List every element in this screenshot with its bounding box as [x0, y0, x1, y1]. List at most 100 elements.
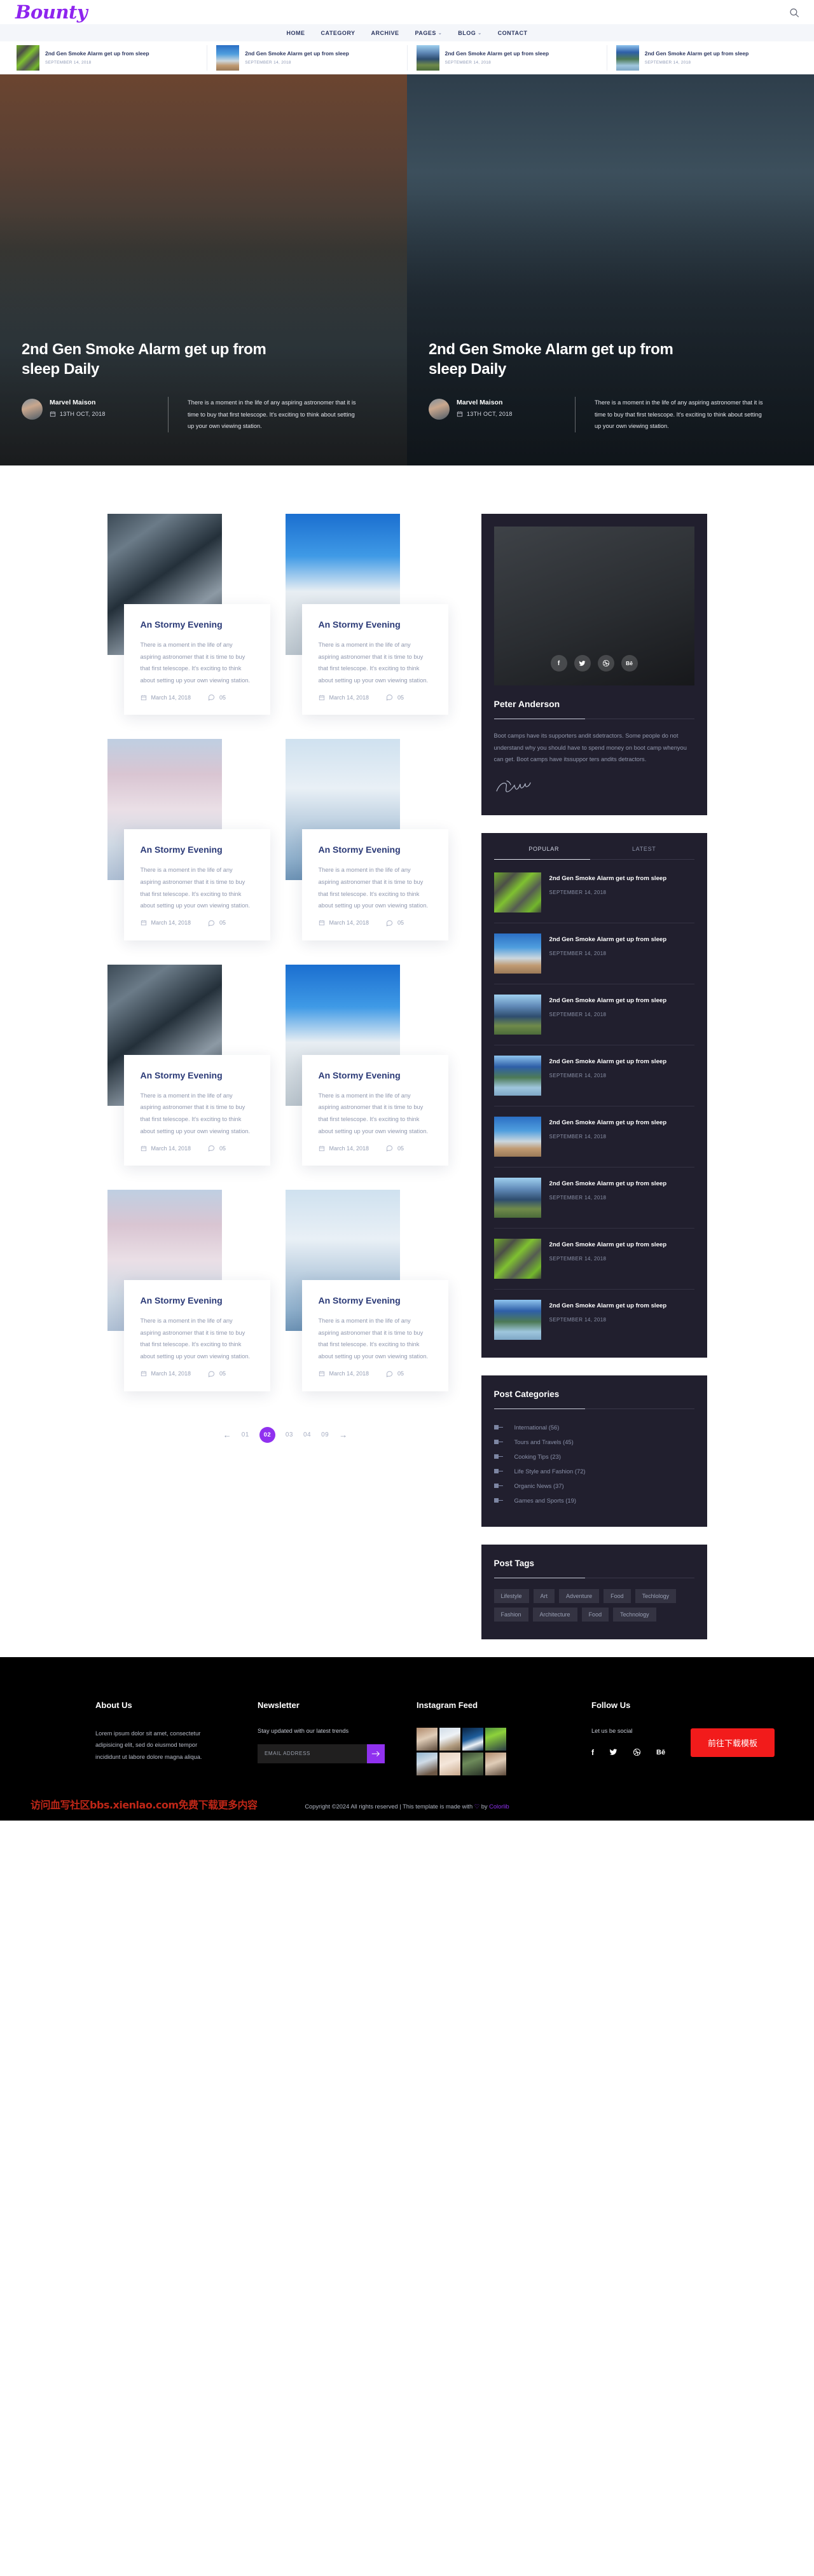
- tag-chip[interactable]: Art: [533, 1588, 555, 1603]
- post-card[interactable]: An Stormy Evening There is a moment in th…: [285, 514, 464, 715]
- pagination-prev[interactable]: ←: [223, 1430, 231, 1440]
- post-date: March 14, 2018: [141, 920, 191, 926]
- instagram-thumbnail[interactable]: [439, 1727, 460, 1751]
- post-card[interactable]: An Stormy Evening There is a moment in th…: [107, 1190, 286, 1391]
- category-item[interactable]: Life Style and Fashion (72): [493, 1464, 694, 1478]
- dribbble-icon[interactable]: [597, 655, 614, 672]
- trending-title: 2nd Gen Smoke Alarm get up from sleep: [445, 50, 549, 57]
- tag-chip[interactable]: Architecture: [532, 1607, 577, 1622]
- sidebar-post-date: SEPTEMBER 14, 2018: [549, 889, 607, 895]
- nav-item-category[interactable]: CATEGORY: [321, 30, 355, 36]
- categories-widget: Post Categories International (56) Tours …: [481, 1375, 707, 1527]
- trending-item[interactable]: 2nd Gen Smoke Alarm get up from sleep SEP…: [408, 45, 607, 71]
- author-photo: f Bē: [493, 527, 694, 685]
- sidebar-post-item[interactable]: 2nd Gen Smoke Alarm get up from sleep SEP…: [493, 923, 694, 984]
- category-item[interactable]: Organic News (37): [493, 1478, 694, 1493]
- tag-chip[interactable]: Food: [581, 1607, 609, 1622]
- behance-icon[interactable]: Bē: [656, 1749, 665, 1756]
- tag-chip[interactable]: Technology: [613, 1607, 656, 1622]
- search-icon[interactable]: [789, 7, 800, 18]
- instagram-thumbnail[interactable]: [417, 1727, 438, 1751]
- sidebar-post-date: SEPTEMBER 14, 2018: [549, 1072, 607, 1078]
- tab-latest[interactable]: LATEST: [594, 846, 694, 859]
- trending-date: SEPTEMBER 14, 2018: [644, 60, 691, 65]
- tag-chip[interactable]: Techlology: [635, 1588, 677, 1603]
- sidebar-post-item[interactable]: 2nd Gen Smoke Alarm get up from sleep SEP…: [493, 1045, 694, 1106]
- sidebar-post-item[interactable]: 2nd Gen Smoke Alarm get up from sleep SEP…: [493, 1290, 694, 1350]
- sidebar-post-item[interactable]: 2nd Gen Smoke Alarm get up from sleep SEP…: [493, 1106, 694, 1167]
- instagram-thumbnail[interactable]: [462, 1727, 483, 1751]
- dribbble-icon[interactable]: [633, 1748, 641, 1756]
- post-card[interactable]: An Stormy Evening There is a moment in th…: [107, 964, 286, 1166]
- pagination-page-04[interactable]: 04: [303, 1431, 311, 1438]
- facebook-icon[interactable]: f: [550, 655, 567, 672]
- sidebar-post-title: 2nd Gen Smoke Alarm get up from sleep: [549, 1241, 667, 1248]
- hero-slide[interactable]: 2nd Gen Smoke Alarm get up from sleep Da…: [407, 74, 814, 465]
- tags-widget: Post Tags Lifestyle Art Adventure Food Techl…: [481, 1544, 707, 1639]
- pagination-page-02[interactable]: 02: [259, 1426, 275, 1443]
- about-heading: About Us: [95, 1700, 132, 1710]
- category-label: Organic News (37): [514, 1482, 564, 1489]
- instagram-thumbnail[interactable]: [417, 1752, 438, 1775]
- sidebar-post-item[interactable]: 2nd Gen Smoke Alarm get up from sleep SEP…: [493, 984, 694, 1045]
- nav-item-contact[interactable]: CONTACT: [498, 30, 528, 36]
- email-input[interactable]: [258, 1744, 367, 1763]
- twitter-icon[interactable]: [609, 1748, 617, 1756]
- sidebar-post-item[interactable]: 2nd Gen Smoke Alarm get up from sleep SEP…: [493, 1167, 694, 1229]
- pagination-page-03[interactable]: 03: [286, 1431, 293, 1438]
- instagram-thumbnail[interactable]: [462, 1752, 483, 1775]
- post-date: March 14, 2018: [319, 920, 369, 926]
- post-card[interactable]: An Stormy Evening There is a moment in th…: [107, 739, 286, 940]
- twitter-icon[interactable]: [574, 655, 591, 672]
- sidebar-post-item[interactable]: 2nd Gen Smoke Alarm get up from sleep SEP…: [493, 1229, 694, 1290]
- category-label: Cooking Tips (23): [514, 1452, 561, 1460]
- post-card[interactable]: An Stormy Evening There is a moment in th…: [285, 964, 464, 1166]
- category-item[interactable]: Games and Sports (19): [493, 1493, 694, 1508]
- hero-slide[interactable]: 2nd Gen Smoke Alarm get up from sleep Da…: [0, 74, 407, 465]
- sidebar-post-title: 2nd Gen Smoke Alarm get up from sleep: [549, 874, 667, 882]
- comment-icon: [386, 694, 393, 701]
- trending-item[interactable]: 2nd Gen Smoke Alarm get up from sleep SEP…: [8, 45, 208, 71]
- post-card[interactable]: An Stormy Evening There is a moment in th…: [285, 1190, 464, 1391]
- calendar-icon: [319, 1370, 325, 1377]
- nav-item-pages[interactable]: PAGES ⌄: [415, 30, 443, 36]
- facebook-icon[interactable]: f: [591, 1748, 594, 1757]
- post-comments: 05: [208, 694, 226, 701]
- nav-item-home[interactable]: HOME: [287, 30, 305, 36]
- trending-item[interactable]: 2nd Gen Smoke Alarm get up from sleep SEP…: [607, 45, 806, 71]
- post-card[interactable]: An Stormy Evening There is a moment in th…: [107, 514, 286, 715]
- download-template-button[interactable]: 前往下载模板: [690, 1728, 775, 1757]
- post-title: An Stormy Evening: [318, 844, 401, 855]
- sidebar-post-date: SEPTEMBER 14, 2018: [549, 1316, 607, 1323]
- tag-chip[interactable]: Food: [604, 1588, 631, 1603]
- post-date: March 14, 2018: [319, 1145, 369, 1152]
- colorlib-link[interactable]: Colorlib: [489, 1803, 509, 1810]
- nav-item-archive[interactable]: ARCHIVE: [371, 30, 399, 36]
- tag-chip[interactable]: Lifestyle: [493, 1588, 529, 1603]
- trending-title: 2nd Gen Smoke Alarm get up from sleep: [644, 50, 749, 57]
- instagram-thumbnail[interactable]: [485, 1727, 506, 1751]
- category-item[interactable]: International (56): [493, 1420, 694, 1435]
- pagination-page-01[interactable]: 01: [242, 1431, 249, 1438]
- nav-item-blog[interactable]: BLOG ⌄: [458, 30, 481, 36]
- newsletter-submit-button[interactable]: [367, 1744, 385, 1763]
- pagination-page-09[interactable]: 09: [321, 1431, 329, 1438]
- trending-item[interactable]: 2nd Gen Smoke Alarm get up from sleep SEP…: [207, 45, 408, 71]
- sidebar-post-item[interactable]: 2nd Gen Smoke Alarm get up from sleep SEP…: [493, 862, 694, 923]
- instagram-thumbnail[interactable]: [485, 1752, 506, 1775]
- sidebar-post-thumbnail: [493, 1177, 541, 1218]
- tag-chip[interactable]: Adventure: [559, 1588, 600, 1603]
- pagination-next[interactable]: →: [339, 1430, 347, 1440]
- post-card[interactable]: An Stormy Evening There is a moment in th…: [285, 739, 464, 940]
- post-card-body: An Stormy Evening There is a moment in th…: [123, 1280, 270, 1391]
- author-bio: Boot camps have its supporters andit sde…: [493, 733, 687, 763]
- category-item[interactable]: Cooking Tips (23): [493, 1449, 694, 1464]
- tab-popular[interactable]: POPULAR: [494, 846, 595, 859]
- newsletter-heading: Newsletter: [258, 1700, 300, 1710]
- instagram-thumbnail[interactable]: [439, 1752, 460, 1775]
- category-item[interactable]: Tours and Travels (45): [493, 1435, 694, 1449]
- tag-chip[interactable]: Fashion: [493, 1607, 528, 1622]
- site-logo[interactable]: Bounty: [15, 1, 88, 23]
- behance-icon[interactable]: Bē: [621, 655, 638, 672]
- post-comments: 05: [386, 1370, 404, 1377]
